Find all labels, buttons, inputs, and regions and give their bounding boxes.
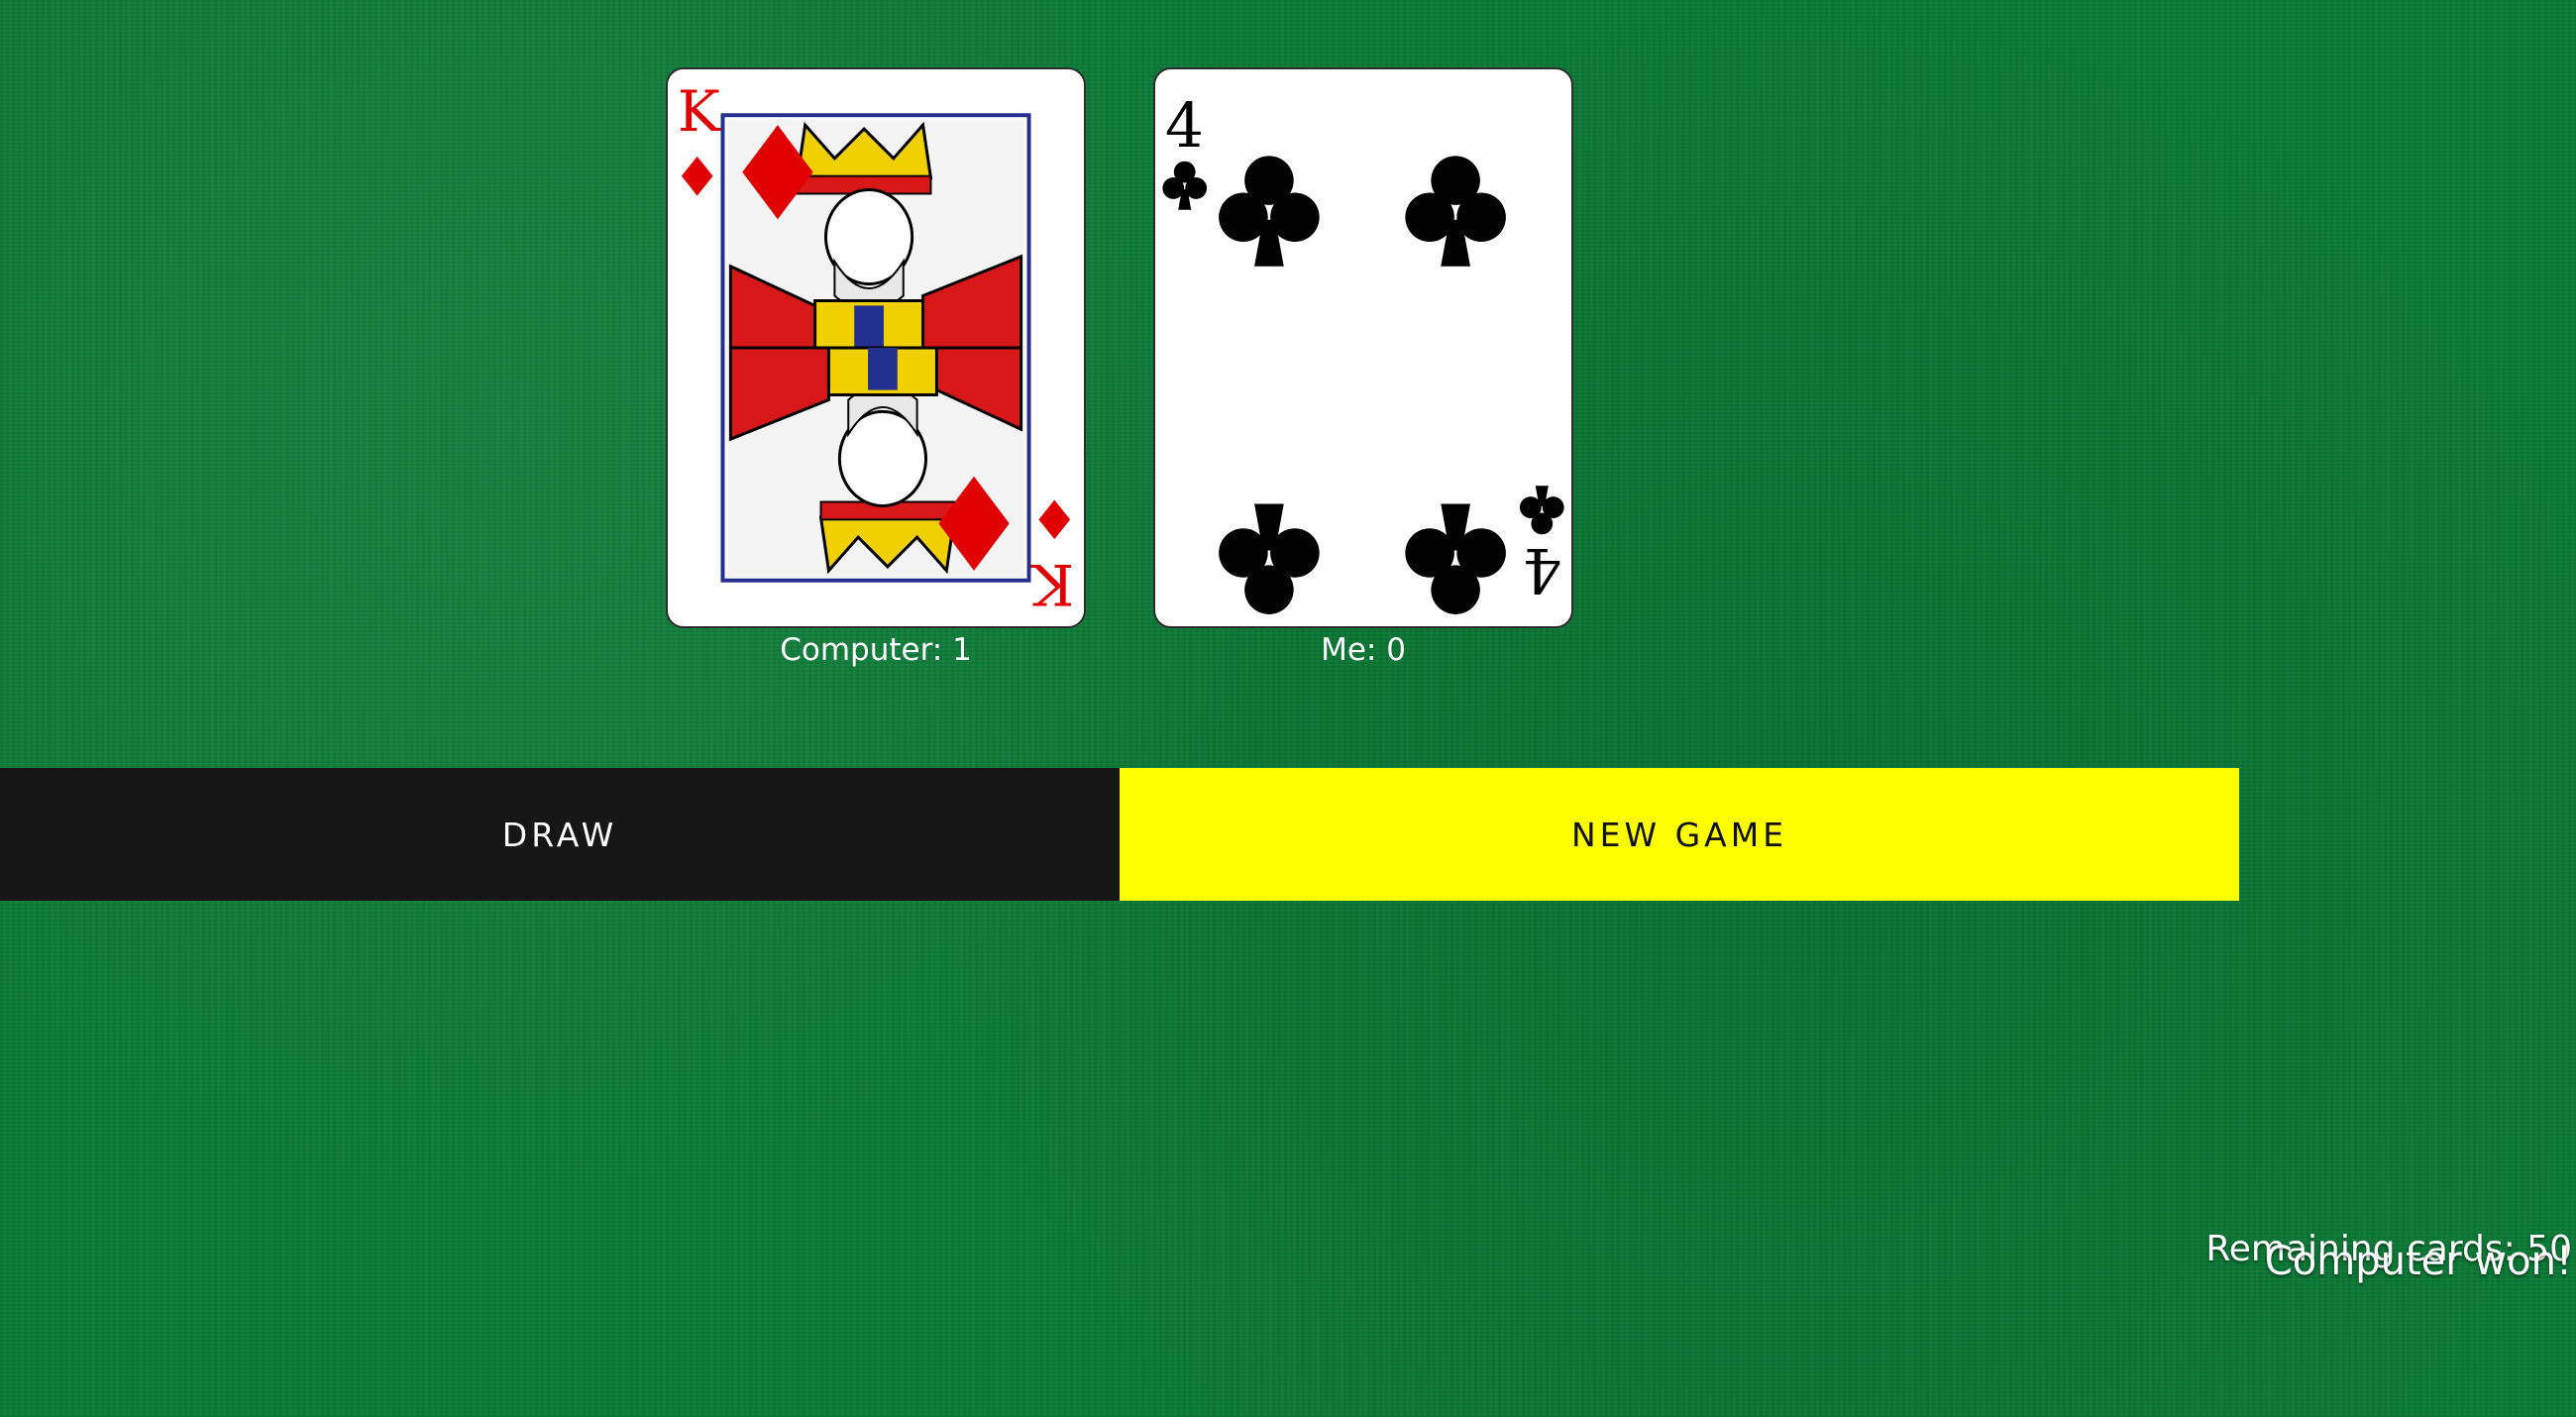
- game-result-text: Computer won!: [2264, 1239, 2572, 1284]
- computer-card: K K: [666, 67, 1086, 628]
- pip: [1219, 503, 1320, 614]
- king-figure: [726, 119, 1025, 577]
- card-rank-top: K: [678, 78, 721, 145]
- card-rank-bottom: 4: [1523, 534, 1561, 604]
- card-suit-top: [681, 156, 713, 196]
- player-score-label: Me: 0: [1321, 632, 1406, 668]
- pip: [1405, 503, 1506, 614]
- draw-button[interactable]: DRAW: [0, 768, 1120, 901]
- player-card: 4 4: [1153, 67, 1573, 628]
- card-rank-bottom: K: [1030, 551, 1074, 617]
- pip: [1219, 156, 1320, 267]
- card-rank-top: 4: [1165, 91, 1204, 162]
- pip: [1405, 156, 1506, 267]
- card-suit-top: [1162, 161, 1208, 210]
- new-game-button[interactable]: NEW GAME: [1120, 768, 2239, 901]
- computer-score-label: Computer: 1: [780, 632, 972, 668]
